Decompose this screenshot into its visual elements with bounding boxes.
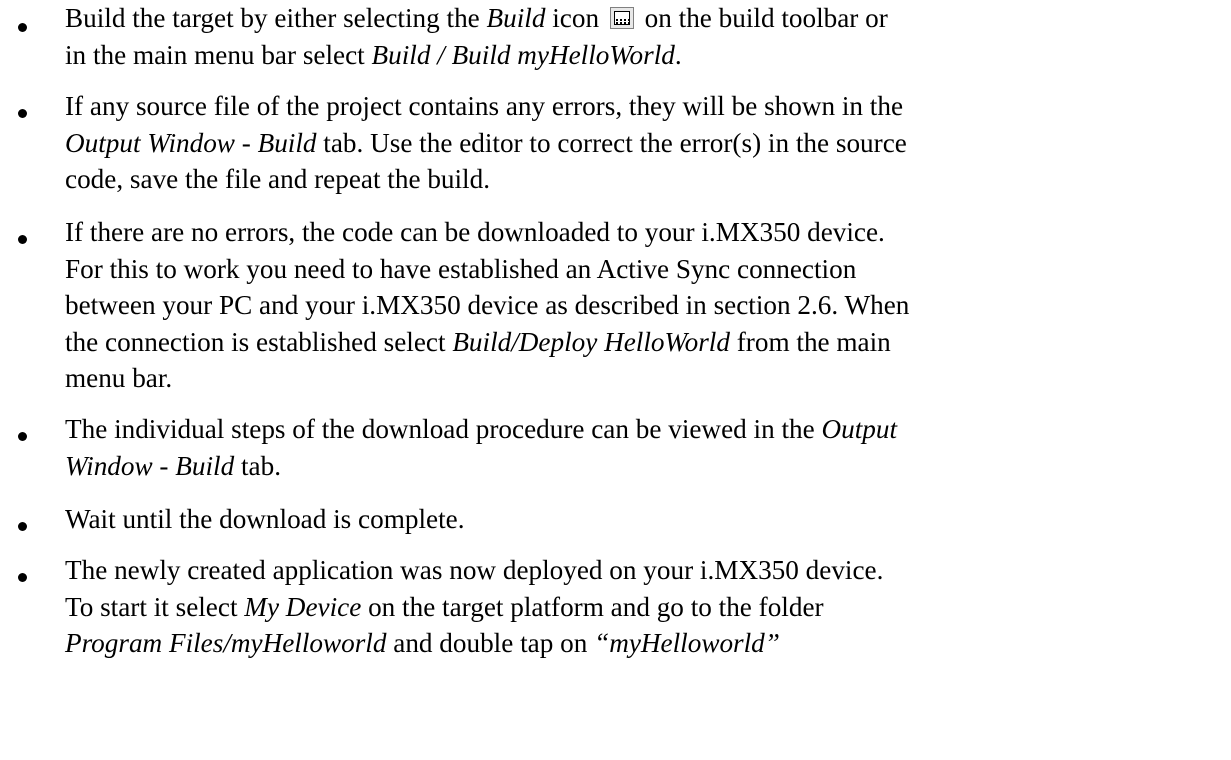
text-run: on the build toolbar or bbox=[637, 3, 888, 33]
italic-term: My Device bbox=[244, 591, 362, 622]
text-run: between your PC and your i.MX350 device … bbox=[65, 290, 910, 320]
italic-term: Output Window bbox=[65, 127, 235, 158]
bullet-dot bbox=[18, 23, 27, 32]
italic-term: Program Files/myHelloworld bbox=[65, 628, 387, 658]
text-run: - bbox=[234, 127, 258, 158]
bullet-dot bbox=[18, 432, 27, 441]
text-run: If any source file of the project contai… bbox=[65, 91, 904, 121]
italic-term: Build bbox=[486, 3, 546, 33]
bullet-dot bbox=[18, 522, 27, 531]
text-run: tab. bbox=[234, 450, 281, 481]
bullet-dot bbox=[18, 573, 27, 582]
text-run: from the main bbox=[729, 326, 891, 357]
build-icon bbox=[609, 7, 634, 29]
bullet-text: The newly created application was now de… bbox=[65, 552, 1212, 662]
italic-term: Build bbox=[257, 127, 317, 158]
text-run: If there are no errors, the code can be … bbox=[65, 217, 885, 247]
text-run: - bbox=[152, 450, 176, 481]
text-run: in the main menu bar select bbox=[65, 39, 372, 70]
bullet-text: Build the target by either selecting the… bbox=[65, 0, 1212, 73]
bullet-dot bbox=[18, 235, 27, 244]
bullet-text: If there are no errors, the code can be … bbox=[65, 214, 1212, 397]
text-run: on the target platform and go to the fol… bbox=[361, 591, 824, 622]
bullet-text: If any source file of the project contai… bbox=[65, 88, 1212, 198]
text-run: tab. Use the editor to correct the error… bbox=[316, 127, 907, 158]
italic-term: “myHelloworld” bbox=[594, 628, 780, 658]
text-run: The individual steps of the download pro… bbox=[65, 414, 822, 444]
text-run: Wait until the download is complete. bbox=[65, 504, 465, 534]
text-run: To start it select bbox=[65, 591, 245, 622]
text-run: the connection is established select bbox=[65, 326, 453, 357]
bullet-dot bbox=[18, 109, 27, 118]
text-run: code, save the file and repeat the build… bbox=[65, 164, 491, 194]
document-page: Build the target by either selecting the… bbox=[0, 0, 1231, 760]
bullet-text: Wait until the download is complete. bbox=[65, 501, 1212, 538]
italic-term: Window bbox=[65, 450, 153, 481]
text-run: . bbox=[674, 39, 682, 70]
text-run: menu bar. bbox=[65, 363, 173, 393]
italic-term: Build/Deploy HelloWorld bbox=[452, 326, 730, 357]
text-run: The newly created application was now de… bbox=[65, 555, 884, 585]
text-run: For this to work you need to have establ… bbox=[65, 253, 857, 284]
text-run: Build the target by either selecting the bbox=[65, 3, 487, 33]
italic-term: Output bbox=[821, 414, 898, 444]
text-run: and double tap on bbox=[386, 628, 595, 658]
italic-term: Build / Build myHelloWorld bbox=[371, 39, 675, 70]
italic-term: Build bbox=[175, 450, 235, 481]
text-run: icon bbox=[545, 3, 606, 33]
bullet-text: The individual steps of the download pro… bbox=[65, 411, 1212, 484]
